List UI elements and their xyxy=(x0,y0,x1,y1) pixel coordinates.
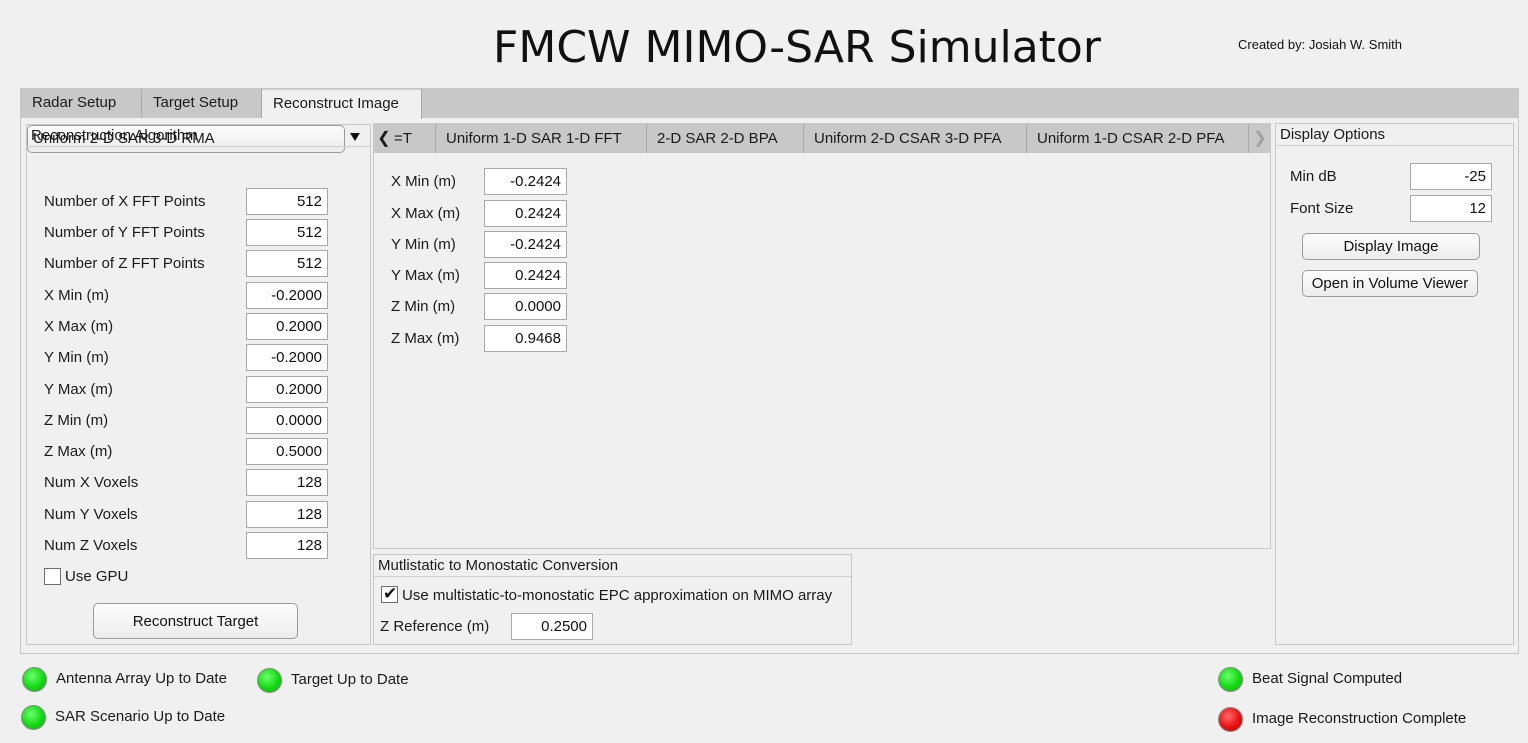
min-db-label: Min dB xyxy=(1290,168,1337,185)
y-max-input[interactable] xyxy=(246,376,328,403)
epc-approximation-checkbox[interactable]: ✔ xyxy=(381,584,398,603)
font-size-input[interactable] xyxy=(1410,195,1492,222)
tab-partial[interactable]: =T xyxy=(388,124,436,153)
sar-scenario-status-label: SAR Scenario Up to Date xyxy=(55,708,226,725)
field-label: Number of X FFT Points xyxy=(44,193,206,210)
multistatic-panel-title: Mutlistatic to Monostatic Conversion xyxy=(374,555,851,577)
num-y-voxels-input[interactable] xyxy=(246,501,328,528)
beat-signal-status-label: Beat Signal Computed xyxy=(1252,670,1403,687)
z-min-input[interactable] xyxy=(246,407,328,434)
field-label: Z Min (m) xyxy=(391,298,456,315)
tab-uniform-1d-csar-2d-pfa[interactable]: Uniform 1-D CSAR 2-D PFA xyxy=(1027,124,1249,153)
z-fft-points-input[interactable] xyxy=(246,250,328,277)
tab-uniform-2d-csar-3d-pfa[interactable]: Uniform 2-D CSAR 3-D PFA xyxy=(804,124,1027,153)
pfa-y-max-input[interactable] xyxy=(484,262,567,289)
tab-2d-sar-2d-bpa[interactable]: 2-D SAR 2-D BPA xyxy=(647,124,804,153)
font-size-label: Font Size xyxy=(1290,200,1354,217)
display-image-button[interactable]: Display Image xyxy=(1302,233,1480,260)
use-gpu-label: Use GPU xyxy=(65,568,129,585)
x-fft-points-input[interactable] xyxy=(246,188,328,215)
algorithm-selected-value: Uniform 2-D SAR 3-D RMA xyxy=(33,130,215,147)
field-label: Number of Z FFT Points xyxy=(44,255,205,272)
field-label: X Max (m) xyxy=(391,205,461,222)
field-label: Num Y Voxels xyxy=(44,506,138,523)
epc-approximation-label: Use multistatic-to-monostatic EPC approx… xyxy=(402,587,833,604)
field-label: Z Max (m) xyxy=(391,330,460,347)
x-max-input[interactable] xyxy=(246,313,328,340)
tab-reconstruct-image[interactable]: Reconstruct Image xyxy=(262,89,422,119)
multistatic-conversion-panel: Mutlistatic to Monostatic Conversion ✔ U… xyxy=(373,554,852,645)
main-tab-strip: Radar Setup Target Setup Reconstruct Ima… xyxy=(21,89,1518,119)
beat-signal-status-lamp xyxy=(1218,667,1243,692)
field-label: Y Min (m) xyxy=(391,236,456,253)
use-gpu-checkbox[interactable] xyxy=(44,568,61,585)
main-tab-group: Radar Setup Target Setup Reconstruct Ima… xyxy=(20,88,1519,654)
pfa-x-min-input[interactable] xyxy=(484,168,567,195)
field-label: Num Z Voxels xyxy=(44,537,138,554)
author-credit: Created by: Josiah W. Smith xyxy=(1238,37,1403,52)
tab-target-setup[interactable]: Target Setup xyxy=(142,89,262,118)
field-label: X Min (m) xyxy=(391,173,456,190)
open-volume-viewer-button[interactable]: Open in Volume Viewer xyxy=(1302,270,1478,297)
min-db-input[interactable] xyxy=(1410,163,1492,190)
reconstruction-algorithm-panel: Reconstruction Algorithm Uniform 2-D SAR… xyxy=(26,124,371,645)
checkmark-icon: ✔ xyxy=(383,584,398,603)
x-min-input[interactable] xyxy=(246,282,328,309)
z-reference-input[interactable] xyxy=(511,613,593,640)
tab-uniform-1d-sar-1d-fft[interactable]: Uniform 1-D SAR 1-D FFT xyxy=(436,124,647,153)
sar-scenario-status-lamp xyxy=(21,705,46,730)
algorithm-tab-strip: ❮ =T Uniform 1-D SAR 1-D FFT 2-D SAR 2-D… xyxy=(374,124,1270,153)
reconstruct-target-button[interactable]: Reconstruct Target xyxy=(93,603,298,639)
field-label: Y Max (m) xyxy=(391,267,460,284)
field-label: X Max (m) xyxy=(44,318,114,335)
z-max-input[interactable] xyxy=(246,438,328,465)
display-panel-title: Display Options xyxy=(1276,124,1513,146)
field-label: Number of Y FFT Points xyxy=(44,224,205,241)
image-reconstruction-status-lamp xyxy=(1218,707,1243,732)
chevron-right-icon[interactable]: ❯ xyxy=(1250,124,1270,153)
pfa-y-min-input[interactable] xyxy=(484,231,567,258)
num-z-voxels-input[interactable] xyxy=(246,532,328,559)
algorithm-params-panel: ❮ =T Uniform 1-D SAR 1-D FFT 2-D SAR 2-D… xyxy=(373,123,1271,549)
field-label: X Min (m) xyxy=(44,287,109,304)
target-status-lamp xyxy=(257,668,282,693)
field-label: Y Max (m) xyxy=(44,381,113,398)
y-fft-points-input[interactable] xyxy=(246,219,328,246)
num-x-voxels-input[interactable] xyxy=(246,469,328,496)
image-reconstruction-status-label: Image Reconstruction Complete xyxy=(1252,710,1467,727)
field-label: Z Min (m) xyxy=(44,412,109,429)
antenna-array-status-lamp xyxy=(22,667,47,692)
y-min-input[interactable] xyxy=(246,344,328,371)
chevron-down-icon xyxy=(350,133,360,141)
field-label: Z Max (m) xyxy=(44,443,113,460)
target-status-label: Target Up to Date xyxy=(291,671,409,688)
tab-radar-setup[interactable]: Radar Setup xyxy=(21,89,142,118)
field-label: Y Min (m) xyxy=(44,349,109,366)
pfa-x-max-input[interactable] xyxy=(484,200,567,227)
antenna-array-status-label: Antenna Array Up to Date xyxy=(56,670,227,687)
pfa-z-max-input[interactable] xyxy=(484,325,567,352)
pfa-z-min-input[interactable] xyxy=(484,293,567,320)
z-reference-label: Z Reference (m) xyxy=(380,618,490,635)
display-options-panel: Display Options Min dB Font Size Display… xyxy=(1275,123,1514,645)
field-label: Num X Voxels xyxy=(44,474,139,491)
